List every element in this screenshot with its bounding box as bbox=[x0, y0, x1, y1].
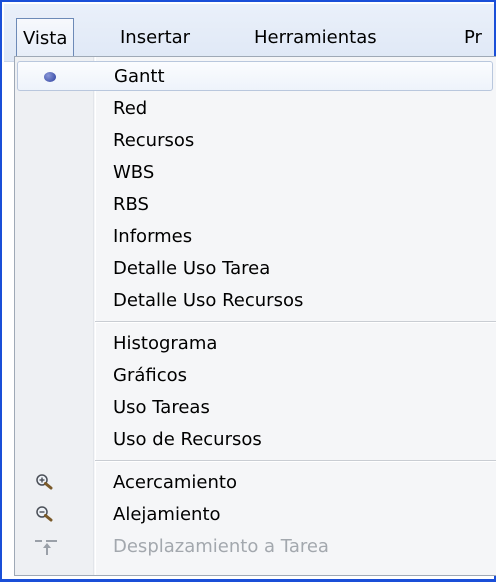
menu-insertar[interactable]: Insertar bbox=[114, 22, 196, 54]
menu-vista[interactable]: Vista bbox=[16, 18, 75, 58]
menu-item-histograma[interactable]: Histograma bbox=[15, 329, 496, 359]
menu-bar: Vista Insertar Herramientas Pr bbox=[4, 4, 494, 62]
menu-item-detalle-uso-tarea[interactable]: Detalle Uso Tarea bbox=[15, 254, 496, 284]
radio-bullet-icon bbox=[44, 72, 56, 82]
menu-proyecto-truncated[interactable]: Pr bbox=[458, 22, 488, 54]
menu-item-uso-de-recursos[interactable]: Uso de Recursos bbox=[15, 425, 496, 455]
menu-item-label: Acercamiento bbox=[113, 472, 237, 493]
vista-dropdown-menu: Gantt Red Recursos WBS RBS Informes Deta… bbox=[14, 56, 496, 576]
menu-item-label: Red bbox=[113, 98, 148, 119]
menu-item-alejamiento[interactable]: Alejamiento bbox=[15, 500, 496, 530]
menu-item-label: RBS bbox=[113, 194, 149, 215]
menu-item-gantt[interactable]: Gantt bbox=[17, 61, 493, 91]
zoom-in-icon bbox=[36, 474, 53, 490]
menu-item-graficos[interactable]: Gráficos bbox=[15, 361, 496, 391]
menu-item-desplazamiento-a-tarea: Desplazamiento a Tarea bbox=[15, 532, 496, 562]
menu-item-label: Uso Tareas bbox=[113, 397, 210, 418]
menu-separator-highlight bbox=[95, 322, 496, 323]
menu-item-uso-tareas[interactable]: Uso Tareas bbox=[15, 393, 496, 423]
menu-item-label: Histograma bbox=[113, 333, 218, 354]
menu-item-label: Uso de Recursos bbox=[113, 429, 262, 450]
menu-item-wbs[interactable]: WBS bbox=[15, 158, 496, 188]
menu-herramientas[interactable]: Herramientas bbox=[248, 22, 383, 54]
menu-item-label: Detalle Uso Tarea bbox=[113, 258, 271, 279]
window-frame: Vista Insertar Herramientas Pr Gantt Red… bbox=[0, 0, 496, 582]
menu-item-rbs[interactable]: RBS bbox=[15, 190, 496, 220]
scroll-to-task-icon bbox=[35, 540, 57, 555]
menu-item-recursos[interactable]: Recursos bbox=[15, 126, 496, 156]
menu-item-label: Detalle Uso Recursos bbox=[113, 290, 304, 311]
menu-item-label: Informes bbox=[113, 226, 193, 247]
menu-item-label: Recursos bbox=[113, 130, 195, 151]
menu-item-label: Alejamiento bbox=[113, 504, 221, 525]
menu-item-acercamiento[interactable]: Acercamiento bbox=[15, 468, 496, 498]
menu-item-red[interactable]: Red bbox=[15, 94, 496, 124]
menu-item-label: Gráficos bbox=[113, 365, 188, 386]
menu-item-detalle-uso-recursos[interactable]: Detalle Uso Recursos bbox=[15, 286, 496, 316]
zoom-out-icon bbox=[36, 506, 53, 522]
menu-item-informes[interactable]: Informes bbox=[15, 222, 496, 252]
menu-item-label: Gantt bbox=[114, 66, 165, 87]
menu-separator-highlight bbox=[95, 461, 496, 462]
menu-item-label: Desplazamiento a Tarea bbox=[113, 536, 329, 557]
menu-item-label: WBS bbox=[113, 162, 155, 183]
